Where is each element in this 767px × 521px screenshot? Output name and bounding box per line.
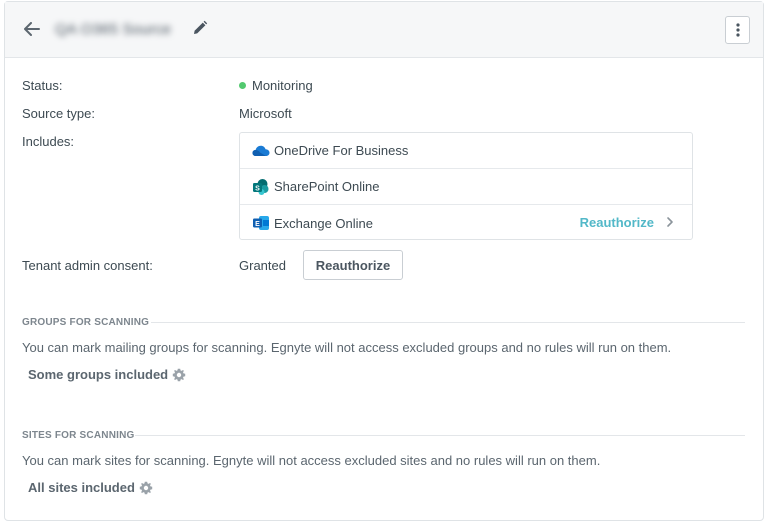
source-details-panel: QA O365 Source Status: Monitoring Source… bbox=[4, 1, 764, 521]
sites-section-heading: SITES FOR SCANNING bbox=[22, 430, 135, 441]
service-name: SharePoint Online bbox=[274, 179, 380, 194]
includes-label: Includes: bbox=[22, 134, 75, 149]
more-options-button[interactable] bbox=[725, 16, 750, 44]
groups-included-button[interactable]: Some groups included bbox=[28, 367, 186, 382]
groups-description: You can mark mailing groups for scanning… bbox=[22, 340, 672, 355]
source-type-value: Microsoft bbox=[239, 106, 292, 121]
service-row-sharepoint: S SharePoint Online bbox=[240, 169, 692, 205]
tenant-consent-label: Tenant admin consent: bbox=[22, 258, 153, 273]
service-name: OneDrive For Business bbox=[274, 143, 409, 158]
status-text: Monitoring bbox=[252, 78, 313, 93]
page-title: QA O365 Source bbox=[55, 21, 172, 38]
back-button[interactable] bbox=[21, 18, 43, 40]
kebab-menu-icon bbox=[735, 23, 740, 37]
status-value: Monitoring bbox=[239, 78, 313, 93]
sites-section-divider bbox=[135, 435, 745, 436]
included-services-list: OneDrive For Business S SharePoint Onlin… bbox=[239, 132, 693, 240]
onedrive-icon bbox=[252, 142, 270, 160]
sharepoint-icon: S bbox=[252, 178, 270, 196]
gear-icon bbox=[139, 481, 153, 495]
source-type-label: Source type: bbox=[22, 106, 95, 121]
edit-title-button[interactable] bbox=[192, 20, 210, 38]
gear-icon bbox=[172, 368, 186, 382]
svg-text:S: S bbox=[255, 185, 260, 192]
arrow-left-icon bbox=[24, 22, 40, 36]
panel-header: QA O365 Source bbox=[5, 2, 763, 58]
groups-section-divider bbox=[151, 322, 745, 323]
groups-section-heading: GROUPS FOR SCANNING bbox=[22, 317, 150, 328]
service-row-exchange: E Exchange Online Reauthorize bbox=[240, 205, 692, 241]
sites-included-button[interactable]: All sites included bbox=[28, 480, 153, 495]
reauthorize-button[interactable]: Reauthorize bbox=[303, 250, 403, 280]
exchange-icon: E bbox=[252, 214, 270, 232]
status-label: Status: bbox=[22, 78, 63, 93]
svg-text:E: E bbox=[255, 221, 260, 228]
tenant-consent-value: Granted bbox=[239, 258, 286, 273]
service-row-onedrive: OneDrive For Business bbox=[240, 133, 692, 169]
sites-included-label: All sites included bbox=[28, 480, 135, 495]
groups-included-label: Some groups included bbox=[28, 367, 169, 382]
exchange-reauthorize-link[interactable]: Reauthorize bbox=[580, 215, 654, 230]
sites-description: You can mark sites for scanning. Egnyte … bbox=[22, 453, 601, 468]
pencil-icon bbox=[194, 20, 208, 34]
chevron-right-icon[interactable] bbox=[666, 216, 676, 230]
service-name: Exchange Online bbox=[274, 215, 374, 231]
status-dot-icon bbox=[239, 82, 246, 89]
